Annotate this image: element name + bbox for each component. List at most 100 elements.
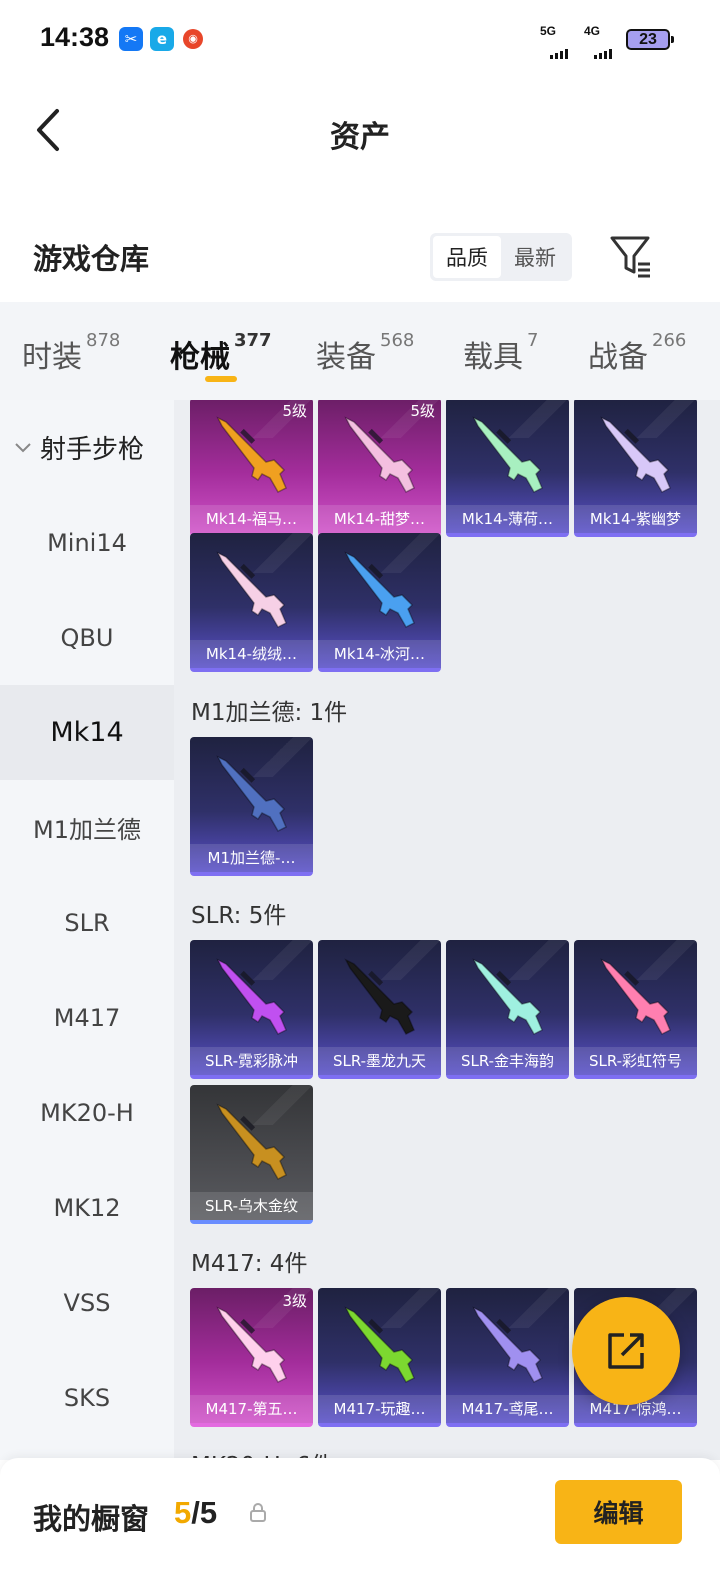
skin-name: Mk14-冰河… [318,640,441,668]
rifle-icon [216,551,287,628]
status-time: 14:38 [40,22,110,52]
skin-card[interactable]: 5级 Mk14-福马… [190,400,313,537]
skin-name: Mk14-紫幽梦 [574,505,697,533]
tab-label: 战备 [588,340,648,375]
network-4g-label: 4G [584,24,601,38]
skin-card[interactable]: Mk14-绒绒… [190,533,313,672]
skin-name: SLR-乌木金纹 [190,1192,313,1220]
category-tabs: 时装 878 枪械 377 装备 568 载具 7 战备 266 [0,302,720,400]
battery-icon: 23 [626,29,674,50]
skin-name: Mk14-薄荷… [446,505,569,533]
rifle-icon [216,1103,287,1180]
tab-fashion[interactable]: 时装 878 [22,330,121,376]
sidebar-group-marksman-rifles[interactable]: 射手步枪 [0,400,174,495]
signal-icon [594,40,614,59]
network-5g-label: 5G [540,24,557,38]
showcase-separator: / [191,1495,200,1530]
tab-label: 装备 [316,340,376,375]
sidebar-item-mk20-h[interactable]: MK20-H [0,1065,174,1160]
skin-name: Mk14-福马… [190,505,313,533]
tab-equipment[interactable]: 装备 568 [316,330,415,376]
share-button[interactable] [572,1297,680,1405]
sidebar-item-vss[interactable]: VSS [0,1255,174,1350]
skin-card[interactable]: 3级 M417-第五… [190,1288,313,1427]
tab-firearms[interactable]: 枪械 377 [170,330,272,376]
skin-card[interactable]: SLR-金丰海韵 [446,940,569,1079]
tab-label: 枪械 [170,340,230,375]
rifle-icon [472,958,543,1035]
sidebar-item-m417[interactable]: M417 [0,970,174,1065]
skin-card[interactable]: Mk14-薄荷… [446,400,569,537]
group-label: M417: 4件 [191,1251,308,1277]
skin-card[interactable]: SLR-彩虹符号 [574,940,697,1079]
chevron-down-icon [15,442,31,452]
showcase-bar: 我的橱窗 5/5 编辑 [0,1458,720,1584]
tab-supplies[interactable]: 战备 266 [588,330,687,376]
rifle-icon [472,416,543,493]
skin-card[interactable]: SLR-霓彩脉冲 [190,940,313,1079]
sidebar-item-mk12[interactable]: MK12 [0,1160,174,1255]
sidebar-item-slr[interactable]: SLR [0,875,174,970]
skin-name: SLR-彩虹符号 [574,1047,697,1075]
showcase-count: 5/5 [174,1495,217,1531]
skin-card[interactable]: M417-玩趣… [318,1288,441,1427]
skin-name: SLR-金丰海韵 [446,1047,569,1075]
status-bar: 14:38 ✂ e ◉ 5G 4G 23 [0,0,720,80]
skin-name: M417-鸢尾… [446,1395,569,1423]
signal-icon [550,40,570,59]
showcase-total: 5 [199,1495,218,1530]
skin-card[interactable]: SLR-墨龙九天 [318,940,441,1079]
rifle-icon [472,1306,543,1383]
section-title: 游戏仓库 [33,242,150,276]
skin-name: Mk14-甜梦… [318,505,441,533]
tab-count: 878 [86,330,121,351]
skin-card[interactable]: Mk14-冰河… [318,533,441,672]
skin-name: M1加兰德-… [190,844,313,872]
sidebar-item-mk14[interactable]: Mk14 [0,685,174,780]
edit-button[interactable]: 编辑 [555,1480,682,1544]
rifle-icon [600,958,671,1035]
sidebar-group-label: 射手步枪 [40,435,145,465]
tab-count: 266 [652,330,687,351]
rifle-icon [344,416,415,493]
skin-name: SLR-墨龙九天 [318,1047,441,1075]
tab-vehicles[interactable]: 载具 7 [463,330,539,376]
skin-card[interactable]: 5级 Mk14-甜梦… [318,400,441,537]
skin-name: M417-第五… [190,1395,313,1423]
sort-latest-button[interactable]: 最新 [501,236,569,278]
showcase-current: 5 [174,1495,192,1530]
filter-button[interactable] [608,234,654,278]
group-label: SLR: 5件 [191,903,287,929]
skin-card[interactable]: Mk14-紫幽梦 [574,400,697,537]
page-title: 资产 [330,120,390,155]
rifle-icon [216,1306,287,1383]
rifle-icon [216,755,287,832]
skin-name: Mk14-绒绒… [190,640,313,668]
lock-icon [250,1503,266,1522]
tab-count: 7 [527,330,539,351]
skin-card[interactable]: M1加兰德-… [190,737,313,876]
sort-toggle: 品质 最新 [430,233,572,281]
group-label: M1加兰德: 1件 [191,700,348,726]
tab-label: 载具 [463,340,523,375]
active-tab-indicator [205,376,237,382]
browser-icon: e [150,27,174,51]
sidebar-item-m1-garand[interactable]: M1加兰德 [0,780,174,875]
tab-count: 377 [234,330,272,351]
skin-name: SLR-霓彩脉冲 [190,1047,313,1075]
app-store-icon: ✂ [119,27,143,51]
tab-label: 时装 [22,340,82,375]
sidebar-item-mini14[interactable]: Mini14 [0,495,174,590]
showcase-label: 我的橱窗 [33,1502,150,1536]
sort-quality-button[interactable]: 品质 [433,236,501,278]
rifle-icon [216,958,287,1035]
rifle-icon [216,416,287,493]
weibo-icon: ◉ [183,29,203,49]
sidebar-item-qbu[interactable]: QBU [0,590,174,685]
rifle-icon [600,416,671,493]
skin-card[interactable]: SLR-乌木金纹 [190,1085,313,1224]
rifle-icon [344,958,415,1035]
skin-card[interactable]: M417-鸢尾… [446,1288,569,1427]
sidebar-item-sks[interactable]: SKS [0,1350,174,1445]
tab-count: 568 [380,330,415,351]
